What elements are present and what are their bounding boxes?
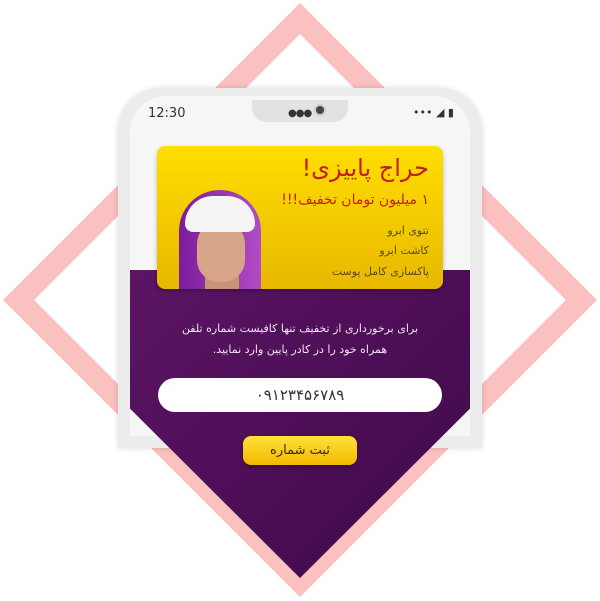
camera-icon (314, 104, 326, 116)
status-bar: 12:30 ●●● ••• ◢ ▮ (130, 100, 470, 128)
speaker-icon: ●●● (288, 108, 312, 119)
service-item: تتوی ابرو (387, 224, 429, 237)
promo-banner: حراج پاییزی! ۱ میلیون تومان تخفیف!!! تتو… (157, 146, 443, 289)
service-item: کاشت ابرو (379, 244, 429, 257)
phone-number-input[interactable] (158, 378, 442, 412)
purple-panel (130, 270, 470, 578)
status-time: 12:30 (148, 106, 186, 121)
phone-notch: ●●● (252, 100, 348, 122)
service-item: پاکسازی کامل پوست (331, 265, 429, 278)
model-photo (179, 190, 261, 289)
promo-title: حراج پاییزی! (301, 154, 429, 182)
instructions-text: برای برخورداری از تخفیف تنها کافیست شمار… (181, 322, 419, 356)
submit-number-button[interactable]: ثبت شماره (243, 436, 357, 465)
signal-battery-icons: ••• ◢ ▮ (413, 106, 454, 119)
promo-subtitle: ۱ میلیون تومان تخفیف!!! (281, 192, 429, 208)
